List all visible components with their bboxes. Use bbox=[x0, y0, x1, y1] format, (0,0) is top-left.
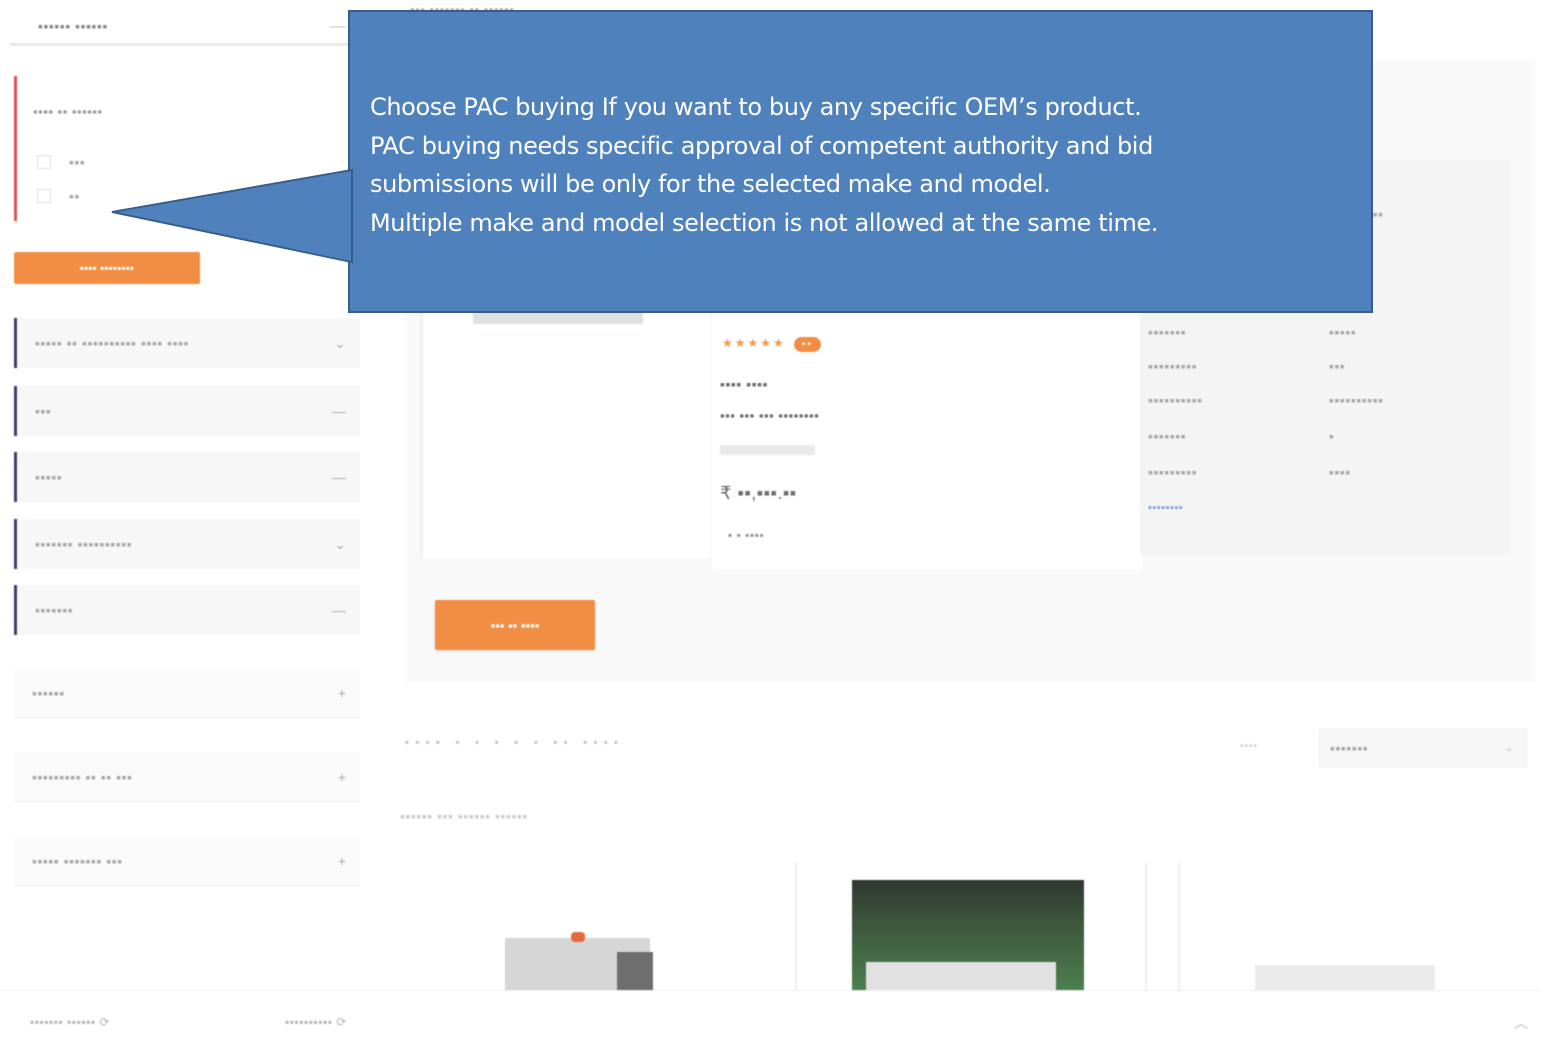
callout-pointer bbox=[111, 168, 353, 264]
